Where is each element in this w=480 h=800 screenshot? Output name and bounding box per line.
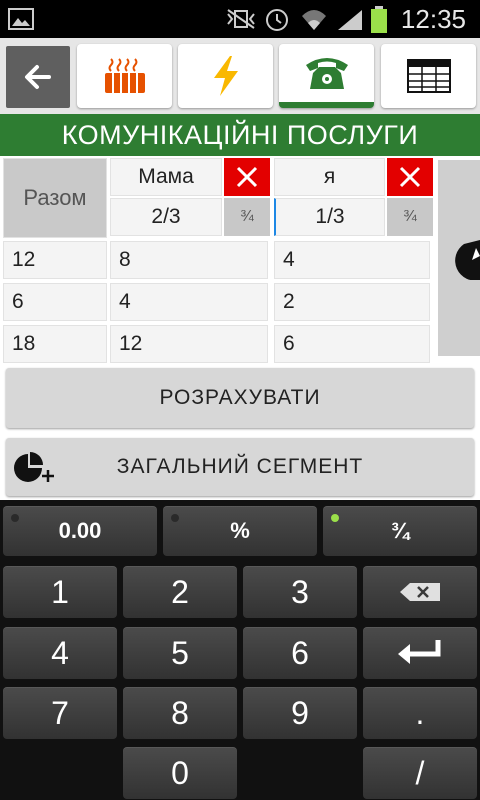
total-cell: 6 [3, 283, 107, 321]
key-format-percent[interactable]: % [163, 506, 317, 556]
telephone-icon [305, 58, 348, 89]
general-segment-label: ЗАГАЛЬНИЙ СЕГМЕНТ [116, 455, 364, 478]
fraction-toggle-mama[interactable]: ¾ [224, 198, 270, 236]
radiator-icon [104, 58, 145, 93]
wifi-icon [302, 10, 326, 30]
key-2[interactable]: 2 [123, 566, 237, 618]
alarm-icon [266, 9, 288, 31]
indicator-led [331, 514, 339, 522]
delete-column-mama-button[interactable] [224, 158, 270, 196]
fraction-toggle-ya[interactable]: ¾ [387, 198, 433, 236]
gallery-icon [8, 8, 34, 30]
status-bar: 12:35 [0, 0, 480, 38]
tab-table[interactable] [381, 44, 476, 108]
key-label: 0.00 [58, 518, 102, 543]
clock: 12:35 [400, 4, 466, 34]
close-icon [399, 166, 421, 188]
key-8[interactable]: 8 [123, 687, 237, 739]
tab-electricity[interactable] [178, 44, 273, 108]
key-format-fraction[interactable]: ¾ [323, 506, 477, 556]
key-9[interactable]: 9 [243, 687, 357, 739]
page-title: КОМУНІКАЦІЙНІ ПОСЛУГИ [0, 114, 480, 156]
table-icon [406, 59, 451, 93]
back-button[interactable] [6, 46, 70, 108]
value-cell[interactable]: 4 [110, 283, 268, 321]
indicator-led [11, 514, 19, 522]
share-input-mama[interactable]: 2/3 [110, 198, 222, 236]
key-6[interactable]: 6 [243, 627, 357, 679]
razom-header: Разом [3, 158, 107, 238]
battery-icon [371, 6, 387, 33]
vibrate-mute-icon [227, 9, 255, 29]
enter-icon [398, 640, 441, 664]
calculate-button[interactable]: РОЗРАХУВАТИ [6, 368, 474, 428]
tab-communication[interactable] [279, 44, 374, 108]
key-slash[interactable]: / [363, 747, 477, 799]
tab-heating[interactable] [77, 44, 172, 108]
arrow-left-icon [25, 65, 51, 89]
key-1[interactable]: 1 [3, 566, 117, 618]
value-cell[interactable]: 6 [274, 325, 430, 363]
backspace-icon [400, 583, 440, 601]
total-cell: 12 [3, 241, 107, 279]
signal-icon [338, 10, 362, 30]
key-decimal-point[interactable]: . [363, 687, 477, 739]
lightning-icon [213, 56, 238, 96]
key-4[interactable]: 4 [3, 627, 117, 679]
close-icon [236, 166, 258, 188]
delete-column-ya-button[interactable] [387, 158, 433, 196]
key-backspace[interactable] [363, 566, 477, 618]
key-3[interactable]: 3 [243, 566, 357, 618]
key-label: ¾ [390, 518, 410, 543]
key-5[interactable]: 5 [123, 627, 237, 679]
general-segment-button[interactable]: ЗАГАЛЬНИЙ СЕГМЕНТ [6, 438, 474, 496]
total-cell: 18 [3, 325, 107, 363]
indicator-led [171, 514, 179, 522]
value-cell[interactable]: 8 [110, 241, 268, 279]
column-name-mama[interactable]: Мама [110, 158, 222, 196]
value-cell[interactable]: 2 [274, 283, 430, 321]
share-input-ya[interactable]: 1/3 [274, 198, 385, 236]
toolbar [0, 38, 480, 114]
pie-chart-icon [455, 240, 480, 280]
key-7[interactable]: 7 [3, 687, 117, 739]
value-cell[interactable]: 12 [110, 325, 268, 363]
add-column-panel[interactable] [438, 160, 480, 356]
key-0[interactable]: 0 [123, 747, 237, 799]
value-cell[interactable]: 4 [274, 241, 430, 279]
key-enter[interactable] [363, 627, 477, 679]
column-name-ya[interactable]: я [274, 158, 385, 196]
pie-add-icon [14, 452, 54, 482]
key-format-decimal[interactable]: 0.00 [3, 506, 157, 556]
key-label: % [230, 518, 250, 543]
